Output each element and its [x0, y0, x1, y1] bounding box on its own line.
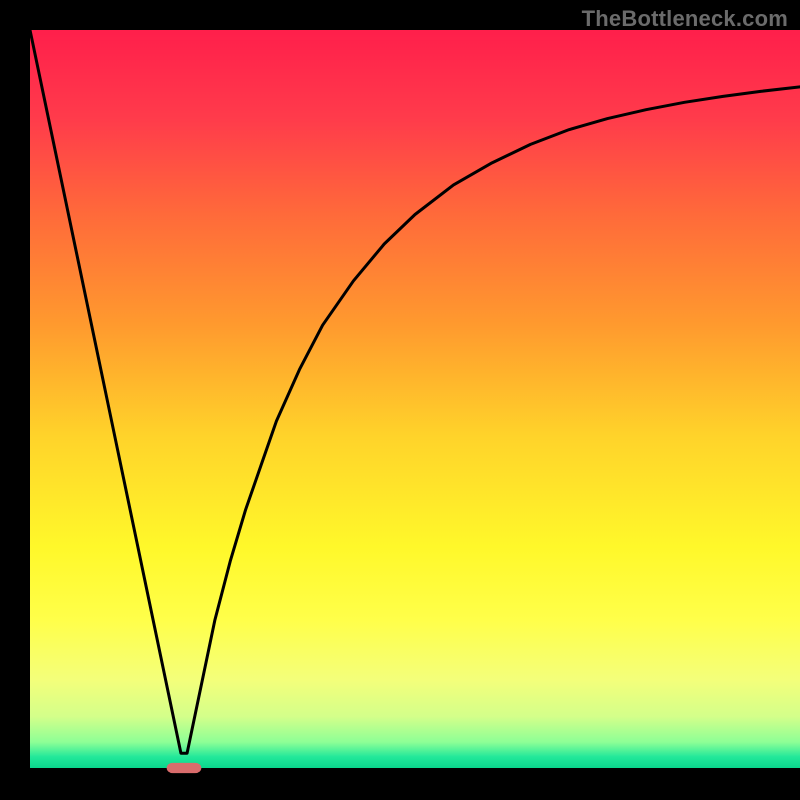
minimum-marker	[167, 763, 202, 773]
plot-background	[30, 30, 800, 768]
chart-frame: TheBottleneck.com	[0, 0, 800, 800]
bottleneck-chart	[0, 0, 800, 800]
watermark-text: TheBottleneck.com	[582, 6, 788, 32]
